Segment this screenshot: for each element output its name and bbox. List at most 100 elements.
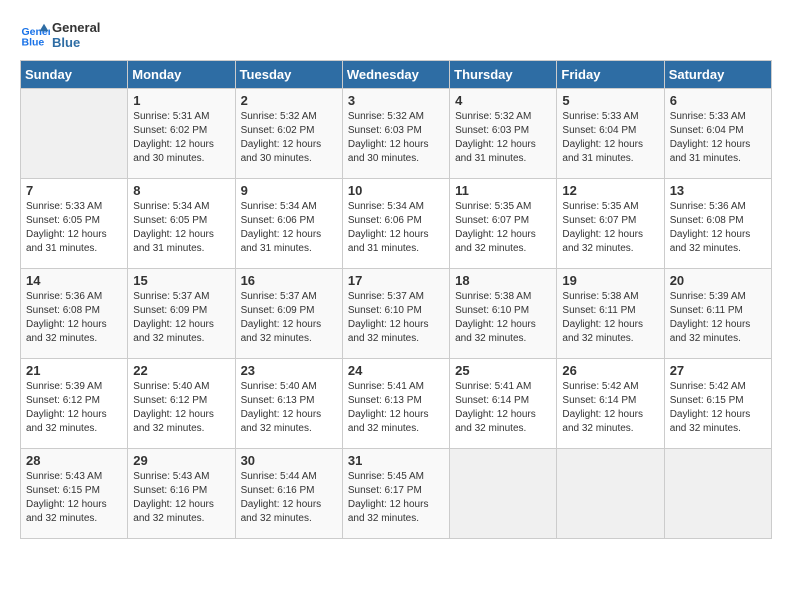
day-info: Sunrise: 5:41 AM Sunset: 6:13 PM Dayligh…	[348, 380, 444, 436]
day-info: Sunrise: 5:42 AM Sunset: 6:15 PM Dayligh…	[670, 380, 766, 436]
day-cell: 9Sunrise: 5:34 AM Sunset: 6:06 PM Daylig…	[235, 179, 342, 269]
day-cell	[557, 449, 664, 539]
day-cell: 20 Sunrise: 5:39 AM Sunset: 6:11 PM Dayli…	[664, 269, 771, 359]
day-number: 25	[455, 363, 551, 378]
day-cell: 1Sunrise: 5:31 AM Sunset: 6:02 PM Daylig…	[128, 89, 235, 179]
day-info: Sunrise: 5:31 AM Sunset: 6:02 PM Dayligh…	[133, 110, 229, 166]
day-number: 24	[348, 363, 444, 378]
day-info: Sunrise: 5:38 AM Sunset: 6:11 PM Dayligh…	[562, 290, 658, 346]
day-cell: 23 Sunrise: 5:40 AM Sunset: 6:13 PM Dayli…	[235, 359, 342, 449]
page-header: General Blue General Blue	[20, 20, 772, 50]
logo-icon: General Blue	[20, 20, 50, 50]
week-row-2: 7 Sunrise: 5:33 AM Sunset: 6:05 PM Daylig…	[21, 179, 772, 269]
day-cell: 21 Sunrise: 5:39 AM Sunset: 6:12 PM Dayli…	[21, 359, 128, 449]
week-row-4: 21 Sunrise: 5:39 AM Sunset: 6:12 PM Dayli…	[21, 359, 772, 449]
day-number: 20	[670, 273, 766, 288]
day-info: Sunrise: 5:39 AM Sunset: 6:11 PM Dayligh…	[670, 290, 766, 346]
day-cell: 10Sunrise: 5:34 AM Sunset: 6:06 PM Dayli…	[342, 179, 449, 269]
day-cell: 31 Sunrise: 5:45 AM Sunset: 6:17 PM Dayli…	[342, 449, 449, 539]
day-number: 26	[562, 363, 658, 378]
day-cell: 5Sunrise: 5:33 AM Sunset: 6:04 PM Daylig…	[557, 89, 664, 179]
day-number: 14	[26, 273, 122, 288]
day-info: Sunrise: 5:36 AM Sunset: 6:08 PM Dayligh…	[26, 290, 122, 346]
weekday-tuesday: Tuesday	[235, 61, 342, 89]
day-cell: 11Sunrise: 5:35 AM Sunset: 6:07 PM Dayli…	[450, 179, 557, 269]
day-cell: 18Sunrise: 5:38 AM Sunset: 6:10 PM Dayli…	[450, 269, 557, 359]
day-number: 11	[455, 183, 551, 198]
day-number: 7	[26, 183, 122, 198]
day-info: Sunrise: 5:37 AM Sunset: 6:09 PM Dayligh…	[133, 290, 229, 346]
day-number: 4	[455, 93, 551, 108]
day-number: 2	[241, 93, 337, 108]
day-cell: 13 Sunrise: 5:36 AM Sunset: 6:08 PM Dayli…	[664, 179, 771, 269]
logo: General Blue General Blue	[20, 20, 100, 50]
day-cell: 6 Sunrise: 5:33 AM Sunset: 6:04 PM Daylig…	[664, 89, 771, 179]
day-number: 28	[26, 453, 122, 468]
day-info: Sunrise: 5:36 AM Sunset: 6:08 PM Dayligh…	[670, 200, 766, 256]
day-number: 30	[241, 453, 337, 468]
day-info: Sunrise: 5:33 AM Sunset: 6:04 PM Dayligh…	[670, 110, 766, 166]
day-cell: 26Sunrise: 5:42 AM Sunset: 6:14 PM Dayli…	[557, 359, 664, 449]
weekday-friday: Friday	[557, 61, 664, 89]
day-cell	[21, 89, 128, 179]
day-number: 12	[562, 183, 658, 198]
week-row-1: 1Sunrise: 5:31 AM Sunset: 6:02 PM Daylig…	[21, 89, 772, 179]
week-row-5: 28Sunrise: 5:43 AM Sunset: 6:15 PM Dayli…	[21, 449, 772, 539]
weekday-header-row: SundayMondayTuesdayWednesdayThursdayFrid…	[21, 61, 772, 89]
weekday-thursday: Thursday	[450, 61, 557, 89]
day-info: Sunrise: 5:45 AM Sunset: 6:17 PM Dayligh…	[348, 470, 444, 526]
day-info: Sunrise: 5:33 AM Sunset: 6:05 PM Dayligh…	[26, 200, 122, 256]
day-info: Sunrise: 5:37 AM Sunset: 6:09 PM Dayligh…	[241, 290, 337, 346]
weekday-sunday: Sunday	[21, 61, 128, 89]
day-cell: 2Sunrise: 5:32 AM Sunset: 6:02 PM Daylig…	[235, 89, 342, 179]
day-number: 31	[348, 453, 444, 468]
day-cell: 14 Sunrise: 5:36 AM Sunset: 6:08 PM Dayli…	[21, 269, 128, 359]
day-cell: 24 Sunrise: 5:41 AM Sunset: 6:13 PM Dayli…	[342, 359, 449, 449]
day-info: Sunrise: 5:39 AM Sunset: 6:12 PM Dayligh…	[26, 380, 122, 436]
day-number: 27	[670, 363, 766, 378]
day-info: Sunrise: 5:35 AM Sunset: 6:07 PM Dayligh…	[562, 200, 658, 256]
day-info: Sunrise: 5:32 AM Sunset: 6:03 PM Dayligh…	[455, 110, 551, 166]
day-number: 16	[241, 273, 337, 288]
day-info: Sunrise: 5:33 AM Sunset: 6:04 PM Dayligh…	[562, 110, 658, 166]
day-number: 6	[670, 93, 766, 108]
day-cell: 19 Sunrise: 5:38 AM Sunset: 6:11 PM Dayli…	[557, 269, 664, 359]
day-info: Sunrise: 5:43 AM Sunset: 6:16 PM Dayligh…	[133, 470, 229, 526]
day-cell	[664, 449, 771, 539]
day-info: Sunrise: 5:41 AM Sunset: 6:14 PM Dayligh…	[455, 380, 551, 436]
day-cell: 8Sunrise: 5:34 AM Sunset: 6:05 PM Daylig…	[128, 179, 235, 269]
day-number: 15	[133, 273, 229, 288]
day-number: 23	[241, 363, 337, 378]
weekday-monday: Monday	[128, 61, 235, 89]
day-number: 18	[455, 273, 551, 288]
day-info: Sunrise: 5:34 AM Sunset: 6:06 PM Dayligh…	[348, 200, 444, 256]
day-number: 22	[133, 363, 229, 378]
day-cell: 4 Sunrise: 5:32 AM Sunset: 6:03 PM Daylig…	[450, 89, 557, 179]
day-number: 19	[562, 273, 658, 288]
day-cell	[450, 449, 557, 539]
calendar-body: 1Sunrise: 5:31 AM Sunset: 6:02 PM Daylig…	[21, 89, 772, 539]
day-cell: 3 Sunrise: 5:32 AM Sunset: 6:03 PM Daylig…	[342, 89, 449, 179]
day-number: 9	[241, 183, 337, 198]
day-cell: 28Sunrise: 5:43 AM Sunset: 6:15 PM Dayli…	[21, 449, 128, 539]
day-cell: 29 Sunrise: 5:43 AM Sunset: 6:16 PM Dayli…	[128, 449, 235, 539]
day-cell: 25 Sunrise: 5:41 AM Sunset: 6:14 PM Dayli…	[450, 359, 557, 449]
day-cell: 7 Sunrise: 5:33 AM Sunset: 6:05 PM Daylig…	[21, 179, 128, 269]
calendar-table: SundayMondayTuesdayWednesdayThursdayFrid…	[20, 60, 772, 539]
week-row-3: 14 Sunrise: 5:36 AM Sunset: 6:08 PM Dayli…	[21, 269, 772, 359]
weekday-saturday: Saturday	[664, 61, 771, 89]
day-info: Sunrise: 5:32 AM Sunset: 6:03 PM Dayligh…	[348, 110, 444, 166]
day-number: 17	[348, 273, 444, 288]
day-cell: 22 Sunrise: 5:40 AM Sunset: 6:12 PM Dayli…	[128, 359, 235, 449]
day-number: 13	[670, 183, 766, 198]
day-info: Sunrise: 5:44 AM Sunset: 6:16 PM Dayligh…	[241, 470, 337, 526]
day-cell: 16 Sunrise: 5:37 AM Sunset: 6:09 PM Dayli…	[235, 269, 342, 359]
weekday-wednesday: Wednesday	[342, 61, 449, 89]
day-number: 29	[133, 453, 229, 468]
day-number: 8	[133, 183, 229, 198]
day-number: 21	[26, 363, 122, 378]
day-info: Sunrise: 5:40 AM Sunset: 6:12 PM Dayligh…	[133, 380, 229, 436]
day-cell: 30 Sunrise: 5:44 AM Sunset: 6:16 PM Dayli…	[235, 449, 342, 539]
day-info: Sunrise: 5:40 AM Sunset: 6:13 PM Dayligh…	[241, 380, 337, 436]
day-number: 3	[348, 93, 444, 108]
